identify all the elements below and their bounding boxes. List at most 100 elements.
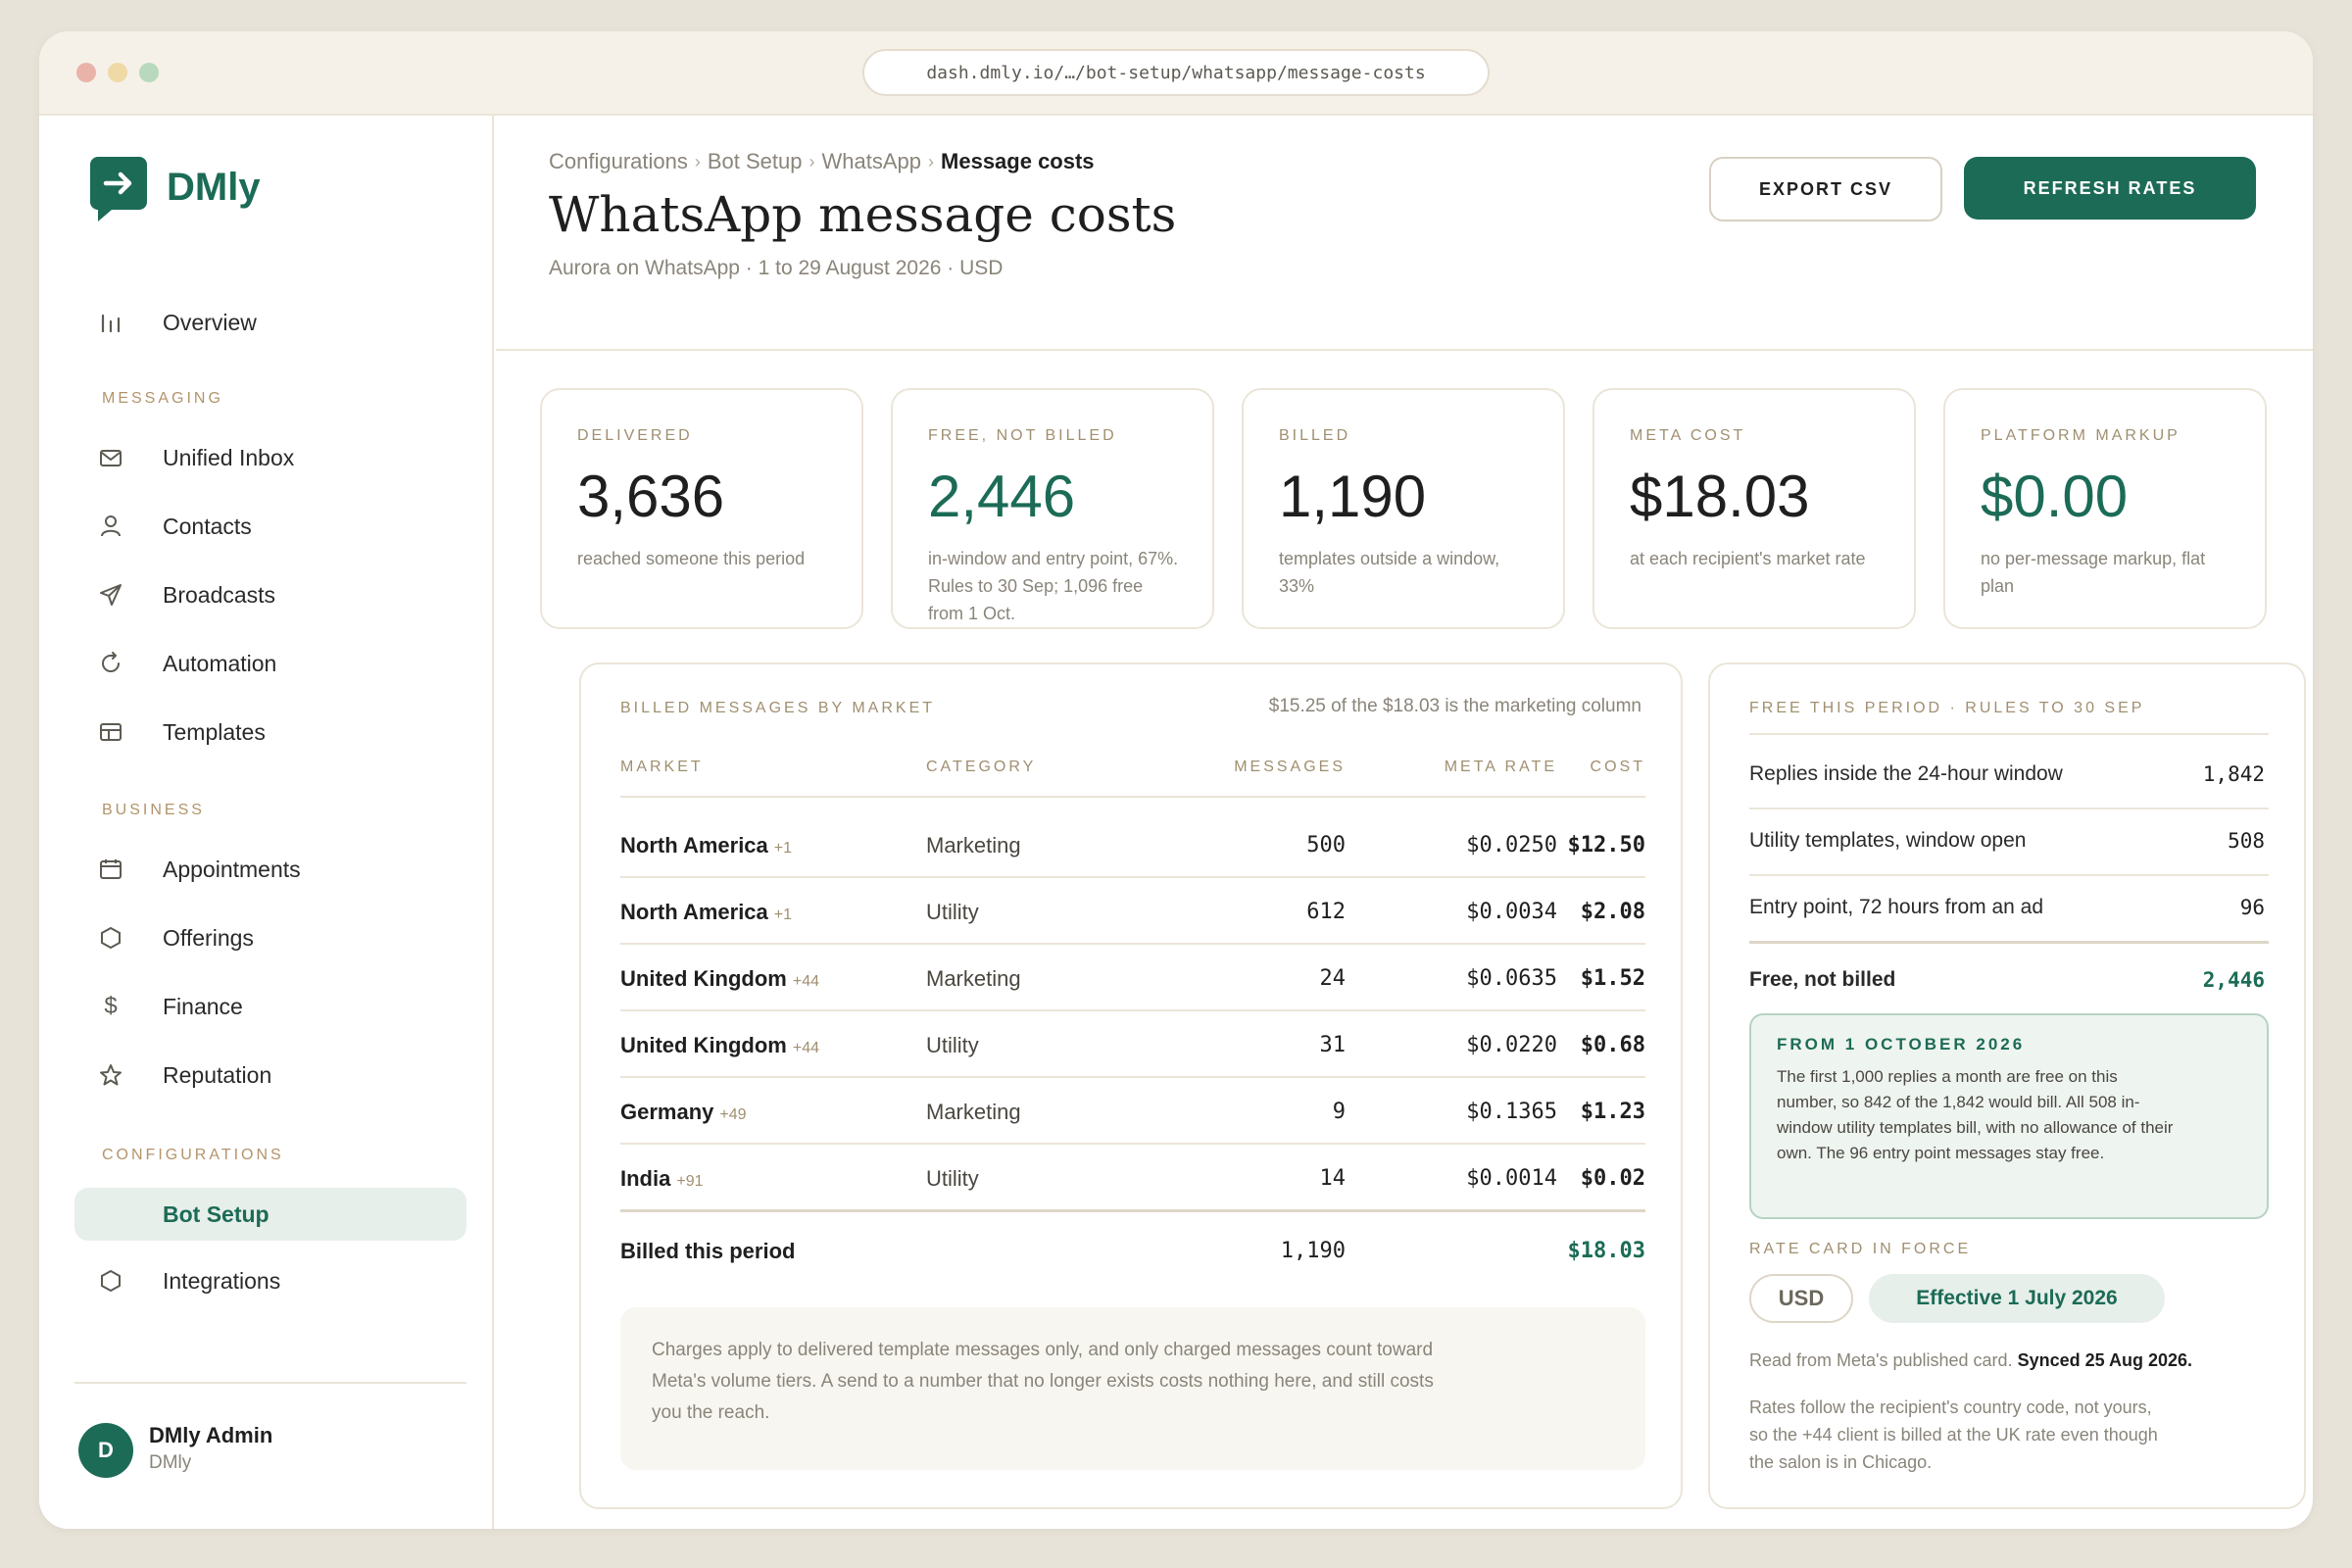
category-cell: Marketing — [926, 966, 1021, 991]
synced-date: Synced 25 Aug 2026. — [2017, 1350, 2193, 1370]
sidebar-item-label: Integrations — [163, 1267, 281, 1294]
breadcrumb-current: Message costs — [941, 149, 1095, 173]
close-window-dot[interactable] — [76, 63, 96, 82]
sidebar-item-bot-setup[interactable]: Bot Setup — [74, 1188, 466, 1241]
minimize-window-dot[interactable] — [108, 63, 127, 82]
sidebar-item-templates[interactable]: Templates — [74, 706, 466, 759]
column-header-market[interactable]: MARKET — [620, 759, 704, 776]
sidebar-item-offerings[interactable]: Offerings — [74, 911, 466, 964]
sidebar-item-label: Offerings — [163, 924, 254, 951]
breadcrumb-item[interactable]: Configurations — [549, 149, 688, 174]
sidebar-item-contacts[interactable]: Contacts — [74, 500, 466, 553]
stat-value: $0.00 — [1981, 464, 2129, 529]
column-header-messages[interactable]: MESSAGES — [1150, 759, 1346, 776]
stat-label: BILLED — [1279, 427, 1351, 444]
section-heading-messaging: MESSAGING — [102, 390, 223, 407]
column-header-category[interactable]: CATEGORY — [926, 759, 1036, 776]
country-code: +49 — [719, 1106, 747, 1123]
messages-cell: 14 — [1319, 1166, 1347, 1191]
sidebar-item-label: Finance — [163, 993, 243, 1019]
sidebar-item-integrations[interactable]: Integrations — [74, 1254, 466, 1307]
market-name: India — [620, 1166, 671, 1191]
market-cell: United Kingdom +44 — [620, 966, 819, 992]
stat-value: 2,446 — [928, 464, 1076, 529]
stat-description: no per-message markup, flat plan — [1981, 549, 2206, 596]
sidebar-item-unified-inbox[interactable]: Unified Inbox — [74, 431, 466, 484]
sidebar-item-overview[interactable]: Overview — [74, 296, 466, 349]
cost-cell: $0.68 — [1580, 1033, 1645, 1057]
card-title: BILLED MESSAGES BY MARKET — [620, 700, 936, 716]
market-cell: Germany +49 — [620, 1100, 747, 1125]
breadcrumb-item[interactable]: Bot Setup — [708, 149, 803, 174]
messages-cell: 500 — [1306, 833, 1346, 858]
sidebar-item-reputation[interactable]: Reputation — [74, 1049, 466, 1102]
messages-cell: 31 — [1319, 1033, 1347, 1057]
category-cell: Marketing — [926, 1100, 1021, 1124]
send-icon — [96, 580, 125, 610]
category-cell: Marketing — [926, 833, 1021, 858]
stat-description: templates outside a window, 33% — [1279, 549, 1500, 596]
sidebar-item-automation[interactable]: Automation — [74, 637, 466, 690]
messages-cell: 24 — [1319, 966, 1347, 991]
market-cell: North America +1 — [620, 900, 792, 925]
cost-cell: $0.02 — [1580, 1166, 1645, 1191]
market-name: United Kingdom — [620, 1033, 787, 1057]
refresh-rates-button[interactable]: REFRESH RATES — [1964, 157, 2256, 220]
bar-chart-icon — [96, 308, 125, 337]
mail-icon — [96, 443, 125, 472]
row-divider — [620, 1143, 1645, 1145]
country-code: +1 — [773, 840, 793, 857]
october-rules-callout: FROM 1 OCTOBER 2026 The first 1,000 repl… — [1749, 1013, 2269, 1219]
divider — [1749, 733, 2269, 735]
brand-logo[interactable]: DMly — [90, 157, 261, 221]
sidebar-item-broadcasts[interactable]: Broadcasts — [74, 568, 466, 621]
free-row-label: Entry point, 72 hours from an ad — [1749, 896, 2043, 918]
chevron-right-icon: › — [808, 151, 815, 172]
callout-title: FROM 1 OCTOBER 2026 — [1777, 1035, 2026, 1054]
sidebar-divider — [74, 1382, 466, 1384]
refresh-icon — [96, 649, 125, 678]
sidebar-item-appointments[interactable]: Appointments — [74, 843, 466, 896]
stat-card-free: FREE, NOT BILLED 2,446 in-window and ent… — [891, 388, 1214, 629]
footnote-text: Charges apply to delivered template mess… — [652, 1340, 1434, 1423]
free-row-value: 508 — [2228, 829, 2265, 853]
sidebar-item-label: Contacts — [163, 513, 252, 539]
row-divider — [620, 876, 1645, 878]
category-cell: Utility — [926, 900, 979, 924]
total-messages: 1,190 — [1280, 1239, 1346, 1263]
user-org: DMly — [149, 1452, 192, 1473]
avatar[interactable]: D — [78, 1423, 133, 1478]
brand-name: DMly — [167, 165, 261, 209]
market-cell: India +91 — [620, 1166, 703, 1192]
address-bar[interactable]: dash.dmly.io/…/bot-setup/whatsapp/messag… — [862, 49, 1490, 96]
total-cost: $18.03 — [1567, 1239, 1645, 1263]
divider — [1749, 874, 2269, 876]
stat-label: DELIVERED — [577, 427, 693, 444]
sidebar-item-label: Templates — [163, 718, 266, 745]
callout-body: The first 1,000 replies a month are free… — [1777, 1067, 2174, 1162]
dollar-icon: $ — [104, 993, 118, 1019]
title-bar: dash.dmly.io/…/bot-setup/whatsapp/messag… — [39, 31, 2313, 116]
star-icon — [96, 1060, 125, 1090]
row-divider — [620, 1009, 1645, 1011]
rate-source-text: Read from Meta's published card. — [1749, 1350, 2013, 1370]
market-cell: North America +1 — [620, 833, 792, 858]
breadcrumb-item[interactable]: WhatsApp — [822, 149, 922, 174]
card-title: FREE THIS PERIOD · RULES TO 30 SEP — [1749, 700, 2145, 716]
sidebar-item-finance[interactable]: $ Finance — [74, 980, 466, 1033]
column-header-cost[interactable]: COST — [1469, 759, 1645, 776]
total-divider — [620, 1209, 1645, 1212]
maximize-window-dot[interactable] — [139, 63, 159, 82]
card-note: $15.25 of the $18.03 is the marketing co… — [1268, 696, 1642, 716]
page-title: WhatsApp message costs — [549, 186, 1177, 243]
calendar-icon — [96, 855, 125, 884]
stat-card-meta-cost: META COST $18.03 at each recipient's mar… — [1592, 388, 1916, 629]
free-row-value: 96 — [2239, 896, 2265, 919]
market-name: Germany — [620, 1100, 714, 1124]
stat-description: reached someone this period — [577, 549, 806, 568]
cost-cell: $12.50 — [1567, 833, 1645, 858]
sidebar-item-label: Automation — [163, 650, 277, 676]
browser-window: dash.dmly.io/…/bot-setup/whatsapp/messag… — [39, 31, 2313, 1529]
export-csv-button[interactable]: EXPORT CSV — [1709, 157, 1942, 221]
total-label: Billed this period — [620, 1239, 796, 1263]
